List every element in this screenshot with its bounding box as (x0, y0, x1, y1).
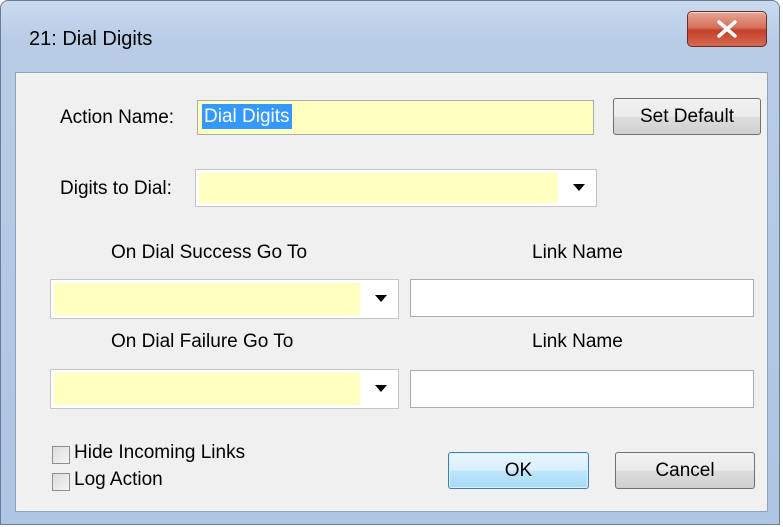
success-goto-combo[interactable] (50, 279, 399, 319)
success-link-name-input[interactable] (410, 279, 754, 317)
failure-dropdown-button[interactable] (364, 370, 398, 408)
action-name-value: Dial Digits (202, 104, 292, 129)
title-bar[interactable]: 21: Dial Digits (1, 1, 779, 71)
dialog-window: 21: Dial Digits Action Name: Dial Digits… (0, 0, 780, 525)
failure-goto-combo[interactable] (50, 369, 399, 409)
chevron-down-icon (375, 385, 387, 392)
ok-button[interactable]: OK (448, 452, 589, 489)
digits-to-dial-field (199, 173, 558, 203)
success-goto-header: On Dial Success Go To (111, 242, 308, 263)
digits-to-dial-label: Digits to Dial: (60, 178, 172, 199)
success-link-header: Link Name (532, 242, 623, 263)
action-name-input[interactable]: Dial Digits (197, 100, 594, 135)
digits-dropdown-button[interactable] (562, 170, 596, 206)
hide-incoming-links-label[interactable]: Hide Incoming Links (74, 442, 245, 464)
failure-goto-header: On Dial Failure Go To (111, 331, 294, 352)
success-goto-field (54, 283, 360, 315)
set-default-button[interactable]: Set Default (613, 98, 761, 135)
chevron-down-icon (573, 184, 585, 191)
log-action-checkbox[interactable] (52, 473, 70, 491)
action-name-label: Action Name: (60, 107, 175, 128)
failure-link-header: Link Name (532, 331, 623, 352)
close-button[interactable] (687, 11, 767, 47)
success-dropdown-button[interactable] (364, 280, 398, 318)
close-icon (717, 20, 737, 38)
log-action-label[interactable]: Log Action (74, 469, 163, 491)
chevron-down-icon (375, 295, 387, 302)
hide-incoming-links-checkbox[interactable] (52, 446, 70, 464)
cancel-button[interactable]: Cancel (615, 452, 755, 489)
window-title: 21: Dial Digits (29, 28, 153, 50)
failure-goto-field (54, 373, 360, 405)
digits-to-dial-combo[interactable] (195, 169, 597, 207)
dialog-content: Action Name: Dial Digits Set Default Dig… (15, 72, 768, 512)
failure-link-name-input[interactable] (410, 370, 754, 408)
